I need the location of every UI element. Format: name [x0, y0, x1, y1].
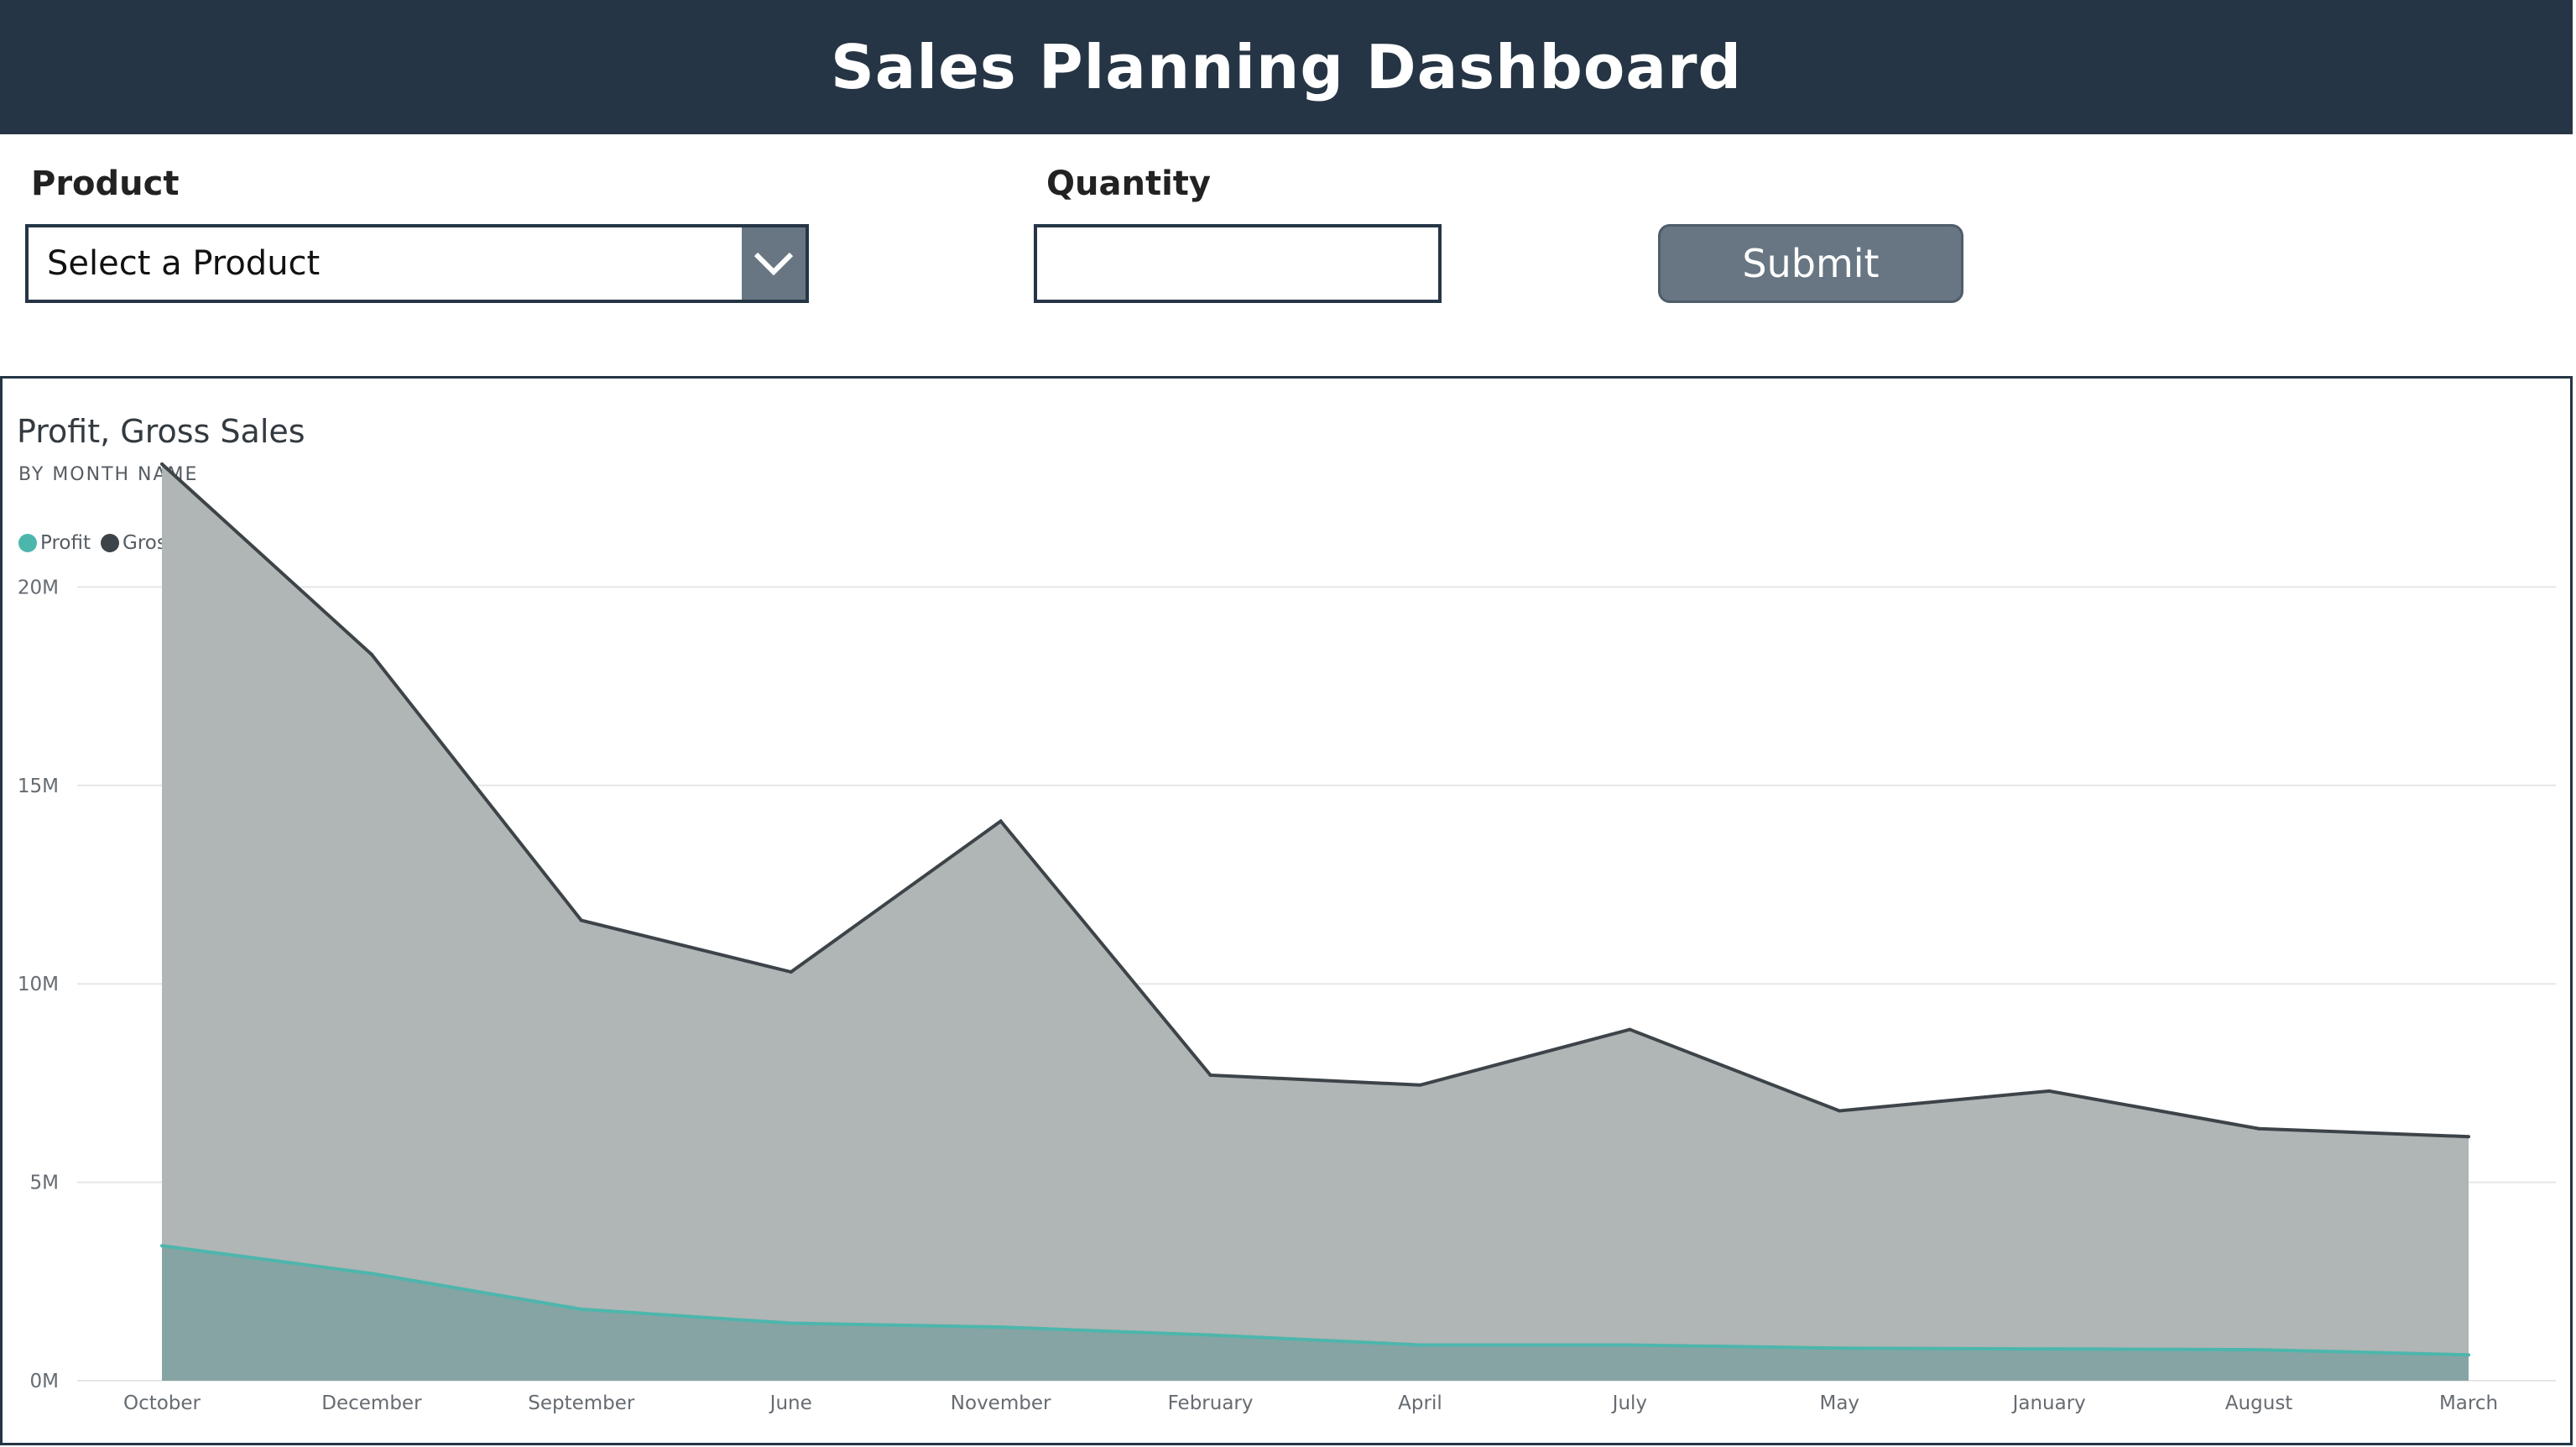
gross-sales-point: [1628, 1027, 1632, 1032]
profit-point: [1628, 1343, 1632, 1347]
profit-point: [789, 1321, 793, 1325]
gross-sales-point: [160, 462, 164, 466]
profit-point: [579, 1307, 583, 1311]
x-tick-label: March: [2439, 1392, 2498, 1414]
x-tick-label: September: [528, 1392, 635, 1414]
y-tick-label: 15M: [18, 776, 59, 797]
x-tick-label: July: [1611, 1392, 1647, 1414]
profit-point: [369, 1272, 373, 1276]
x-tick-label: August: [2225, 1392, 2293, 1414]
x-tick-label: May: [1819, 1392, 1859, 1414]
gross-sales-area: [162, 463, 2469, 1381]
x-tick-label: January: [2011, 1392, 2086, 1414]
profit-point: [2047, 1347, 2052, 1351]
gross-sales-point: [1208, 1073, 1212, 1077]
x-tick-label: February: [1168, 1392, 1254, 1414]
x-tick-label: October: [123, 1392, 201, 1414]
profit-point: [2257, 1348, 2261, 1352]
profit-point: [1838, 1346, 1842, 1350]
profit-point: [1208, 1333, 1212, 1337]
y-tick-label: 20M: [18, 577, 59, 598]
area-chart: 0M 5M 10M 15M 20M October December September Jun…: [18, 462, 2556, 1414]
gross-sales-point: [369, 652, 373, 656]
x-tick-label: June: [769, 1392, 812, 1414]
x-tick-label: April: [1398, 1392, 1442, 1414]
y-tick-label: 10M: [18, 974, 59, 995]
x-tick-label: November: [951, 1392, 1051, 1414]
gross-sales-point: [1838, 1109, 1842, 1113]
gross-sales-point: [1418, 1083, 1422, 1087]
gross-sales-point: [999, 819, 1003, 823]
gross-sales-point: [2047, 1089, 2052, 1093]
gross-sales-point: [789, 970, 793, 974]
profit-point: [160, 1244, 164, 1248]
x-tick-label: December: [321, 1392, 422, 1414]
profit-point: [1418, 1343, 1422, 1347]
y-tick-label: 5M: [30, 1173, 59, 1194]
gross-sales-point: [579, 918, 583, 922]
profit-point: [2467, 1353, 2470, 1357]
profit-point: [999, 1325, 1003, 1329]
gross-sales-point: [2467, 1135, 2470, 1139]
gross-sales-point: [2257, 1126, 2261, 1131]
y-tick-label: 0M: [30, 1371, 59, 1392]
